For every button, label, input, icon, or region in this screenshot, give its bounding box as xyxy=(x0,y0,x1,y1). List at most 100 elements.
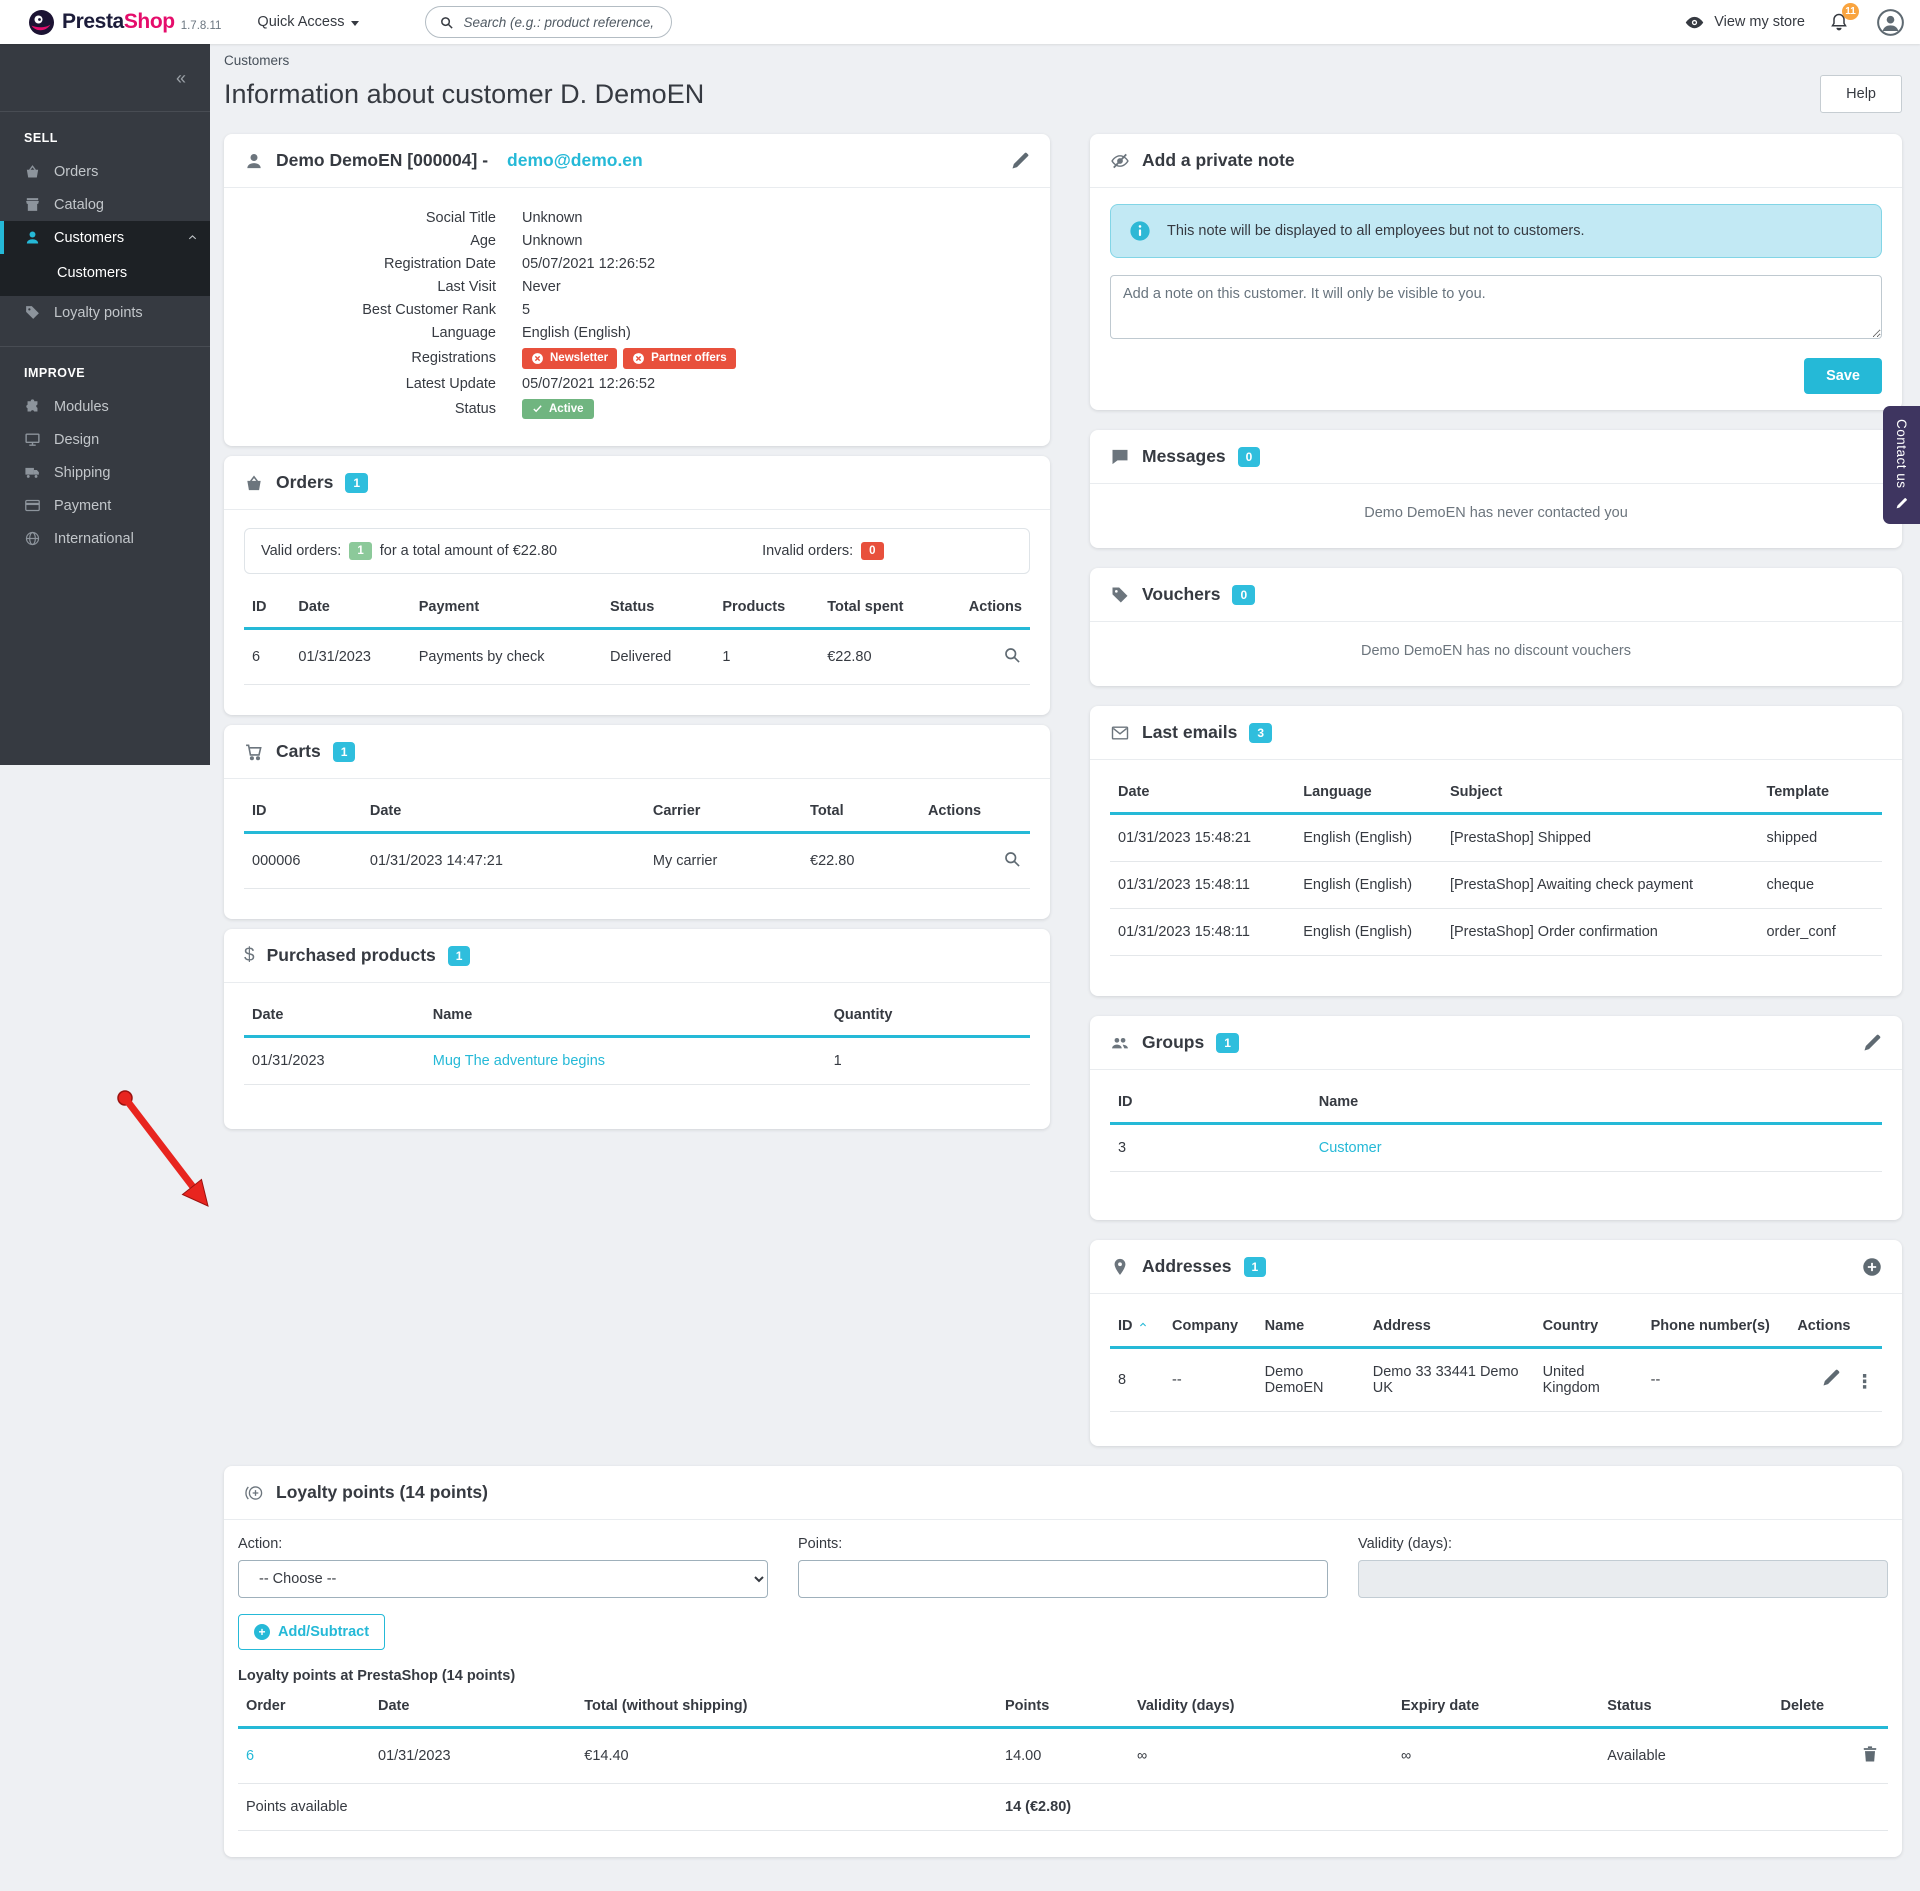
customer-status-row: Status Active xyxy=(244,395,1030,422)
cell: shipped xyxy=(1758,813,1882,862)
purchased-products-table: Date Name Quantity 01/31/2023 Mug The ad… xyxy=(244,995,1030,1085)
action-select[interactable]: -- Choose -- xyxy=(238,1560,768,1598)
info-alert: This note will be displayed to all emplo… xyxy=(1110,204,1882,258)
voucher-tag-icon xyxy=(1110,585,1130,605)
sidebar-item-loyalty-points[interactable]: Loyalty points xyxy=(0,296,210,329)
cell-id: 000006 xyxy=(244,832,362,889)
loyalty-points-table: Order Date Total (without shipping) Poin… xyxy=(238,1686,1888,1831)
customer-field-row: Last Visit Never xyxy=(244,275,1030,298)
carts-table: ID Date Carrier Total Actions 000006 01/… xyxy=(244,791,1030,889)
table-header-row: Order Date Total (without shipping) Poin… xyxy=(238,1686,1888,1729)
search-input[interactable] xyxy=(463,14,659,30)
cell-expiry: ∞ xyxy=(1393,1727,1600,1784)
view-order-button[interactable] xyxy=(1002,645,1022,665)
sidebar-item-label: Orders xyxy=(54,163,99,180)
add-address-button[interactable] xyxy=(1862,1257,1882,1277)
quick-access-label: Quick Access xyxy=(257,14,345,30)
envelope-icon xyxy=(1110,723,1130,743)
product-link[interactable]: Mug The adventure begins xyxy=(433,1053,605,1069)
add-subtract-button[interactable]: + Add/Subtract xyxy=(238,1614,386,1650)
orders-summary-box: Valid orders: 1 for a total amount of €2… xyxy=(244,528,1030,574)
customer-email-link[interactable]: demo@demo.en xyxy=(507,150,643,171)
sidebar-item-orders[interactable]: Orders xyxy=(0,155,210,188)
orders-basket-icon xyxy=(24,163,41,180)
table-header-row: ID Date Carrier Total Actions xyxy=(244,791,1030,834)
add-subtract-label: Add/Subtract xyxy=(278,1624,370,1640)
sortable-id-header[interactable]: ID xyxy=(1110,1306,1165,1349)
sidebar-item-catalog[interactable]: Catalog xyxy=(0,188,210,221)
dollar-icon: $ xyxy=(244,944,255,966)
sidebar-item-international[interactable]: International xyxy=(0,522,210,555)
private-note-textarea[interactable] xyxy=(1110,275,1882,339)
order-link[interactable]: 6 xyxy=(246,1748,254,1764)
table-header-row: Date Name Quantity xyxy=(244,995,1030,1038)
cell-id: 6 xyxy=(244,628,291,685)
edit-customer-button[interactable] xyxy=(1010,151,1030,171)
sidebar-item-shipping[interactable]: Shipping xyxy=(0,456,210,489)
help-button[interactable]: Help xyxy=(1820,75,1902,113)
messages-card: Messages 0 Demo DemoEN has never contact… xyxy=(1090,430,1902,548)
order-row[interactable]: 6 01/31/2023 Payments by check Delivered… xyxy=(244,628,1030,685)
sidebar-item-label: Modules xyxy=(54,398,109,415)
customer-field-row: Social Title Unknown xyxy=(244,206,1030,229)
sidebar-item-label: Payment xyxy=(54,497,112,514)
info-icon xyxy=(1130,221,1150,241)
notification-badge: 11 xyxy=(1842,3,1859,20)
contact-us-tab[interactable]: Contact us xyxy=(1883,406,1920,524)
field-label: Age xyxy=(470,232,496,249)
field-value: Unknown xyxy=(522,232,583,249)
cell: English (English) xyxy=(1295,908,1442,956)
sidebar-item-modules[interactable]: Modules xyxy=(0,390,210,423)
addresses-card: Addresses 1 ID Company Name Address Coun… xyxy=(1090,1240,1902,1446)
partner-offers-badge[interactable]: Partner offers xyxy=(623,347,736,369)
cell: 01/31/2023 15:48:11 xyxy=(1110,908,1296,956)
card-title: Addresses xyxy=(1142,1256,1232,1276)
badge-label: Newsletter xyxy=(550,352,609,364)
international-globe-icon xyxy=(24,530,41,547)
sidebar-collapse-button[interactable]: « xyxy=(176,69,186,87)
info-alert-text: This note will be displayed to all emplo… xyxy=(1167,223,1585,239)
cell-company: -- xyxy=(1164,1347,1257,1412)
customer-field-row: Best Customer Rank 5 xyxy=(244,298,1030,321)
edit-groups-button[interactable] xyxy=(1862,1033,1882,1053)
view-cart-button[interactable] xyxy=(1002,849,1022,869)
sidebar-item-customers[interactable]: Customers xyxy=(0,221,210,254)
cart-row[interactable]: 000006 01/31/2023 14:47:21 My carrier €2… xyxy=(244,832,1030,889)
field-label: Best Customer Rank xyxy=(362,301,496,318)
address-more-actions-button[interactable] xyxy=(1855,1372,1874,1393)
cell-date: 01/31/2023 14:47:21 xyxy=(361,832,645,889)
cell: cheque xyxy=(1758,861,1882,909)
carts-count-badge: 1 xyxy=(332,741,356,762)
points-available-label: Points available xyxy=(238,1783,997,1831)
points-input[interactable] xyxy=(798,1560,1328,1598)
map-pin-icon xyxy=(1110,1257,1130,1277)
quick-access-menu[interactable]: Quick Access xyxy=(257,14,360,30)
save-note-button[interactable]: Save xyxy=(1804,358,1882,394)
edit-address-button[interactable] xyxy=(1821,1368,1841,1388)
sidebar: « SELL Orders Catalog Customers Customer… xyxy=(0,44,210,765)
newsletter-badge[interactable]: Newsletter xyxy=(522,347,618,369)
notifications-button[interactable]: 11 xyxy=(1829,3,1859,32)
sidebar-item-label: International xyxy=(54,530,134,547)
cell-date: 01/31/2023 xyxy=(370,1727,577,1784)
card-title: Last emails xyxy=(1142,722,1238,742)
sidebar-subitem-customers[interactable]: Customers xyxy=(0,254,210,296)
delete-loyalty-button[interactable] xyxy=(1860,1744,1880,1764)
private-note-card: Add a private note This note will be dis… xyxy=(1090,134,1902,410)
sidebar-item-payment[interactable]: Payment xyxy=(0,489,210,522)
user-avatar[interactable] xyxy=(1877,8,1904,36)
sidebar-item-design[interactable]: Design xyxy=(0,423,210,456)
view-my-store-link[interactable]: View my store xyxy=(1684,12,1805,33)
action-label: Action: xyxy=(238,1536,283,1552)
search-bar[interactable] xyxy=(425,6,673,38)
contact-us-label: Contact us xyxy=(1894,419,1909,489)
badge-label: Partner offers xyxy=(651,352,727,364)
last-emails-card: Last emails 3 Date Language Subject Temp… xyxy=(1090,706,1902,996)
prestashop-logo[interactable]: PrestaShop xyxy=(28,9,175,36)
cell-id: 8 xyxy=(1110,1347,1165,1412)
view-my-store-label: View my store xyxy=(1714,14,1805,30)
group-link[interactable]: Customer xyxy=(1319,1140,1382,1156)
card-title: Messages xyxy=(1142,446,1226,466)
breadcrumb[interactable]: Customers xyxy=(224,53,1902,68)
pencil-icon xyxy=(1896,497,1907,508)
